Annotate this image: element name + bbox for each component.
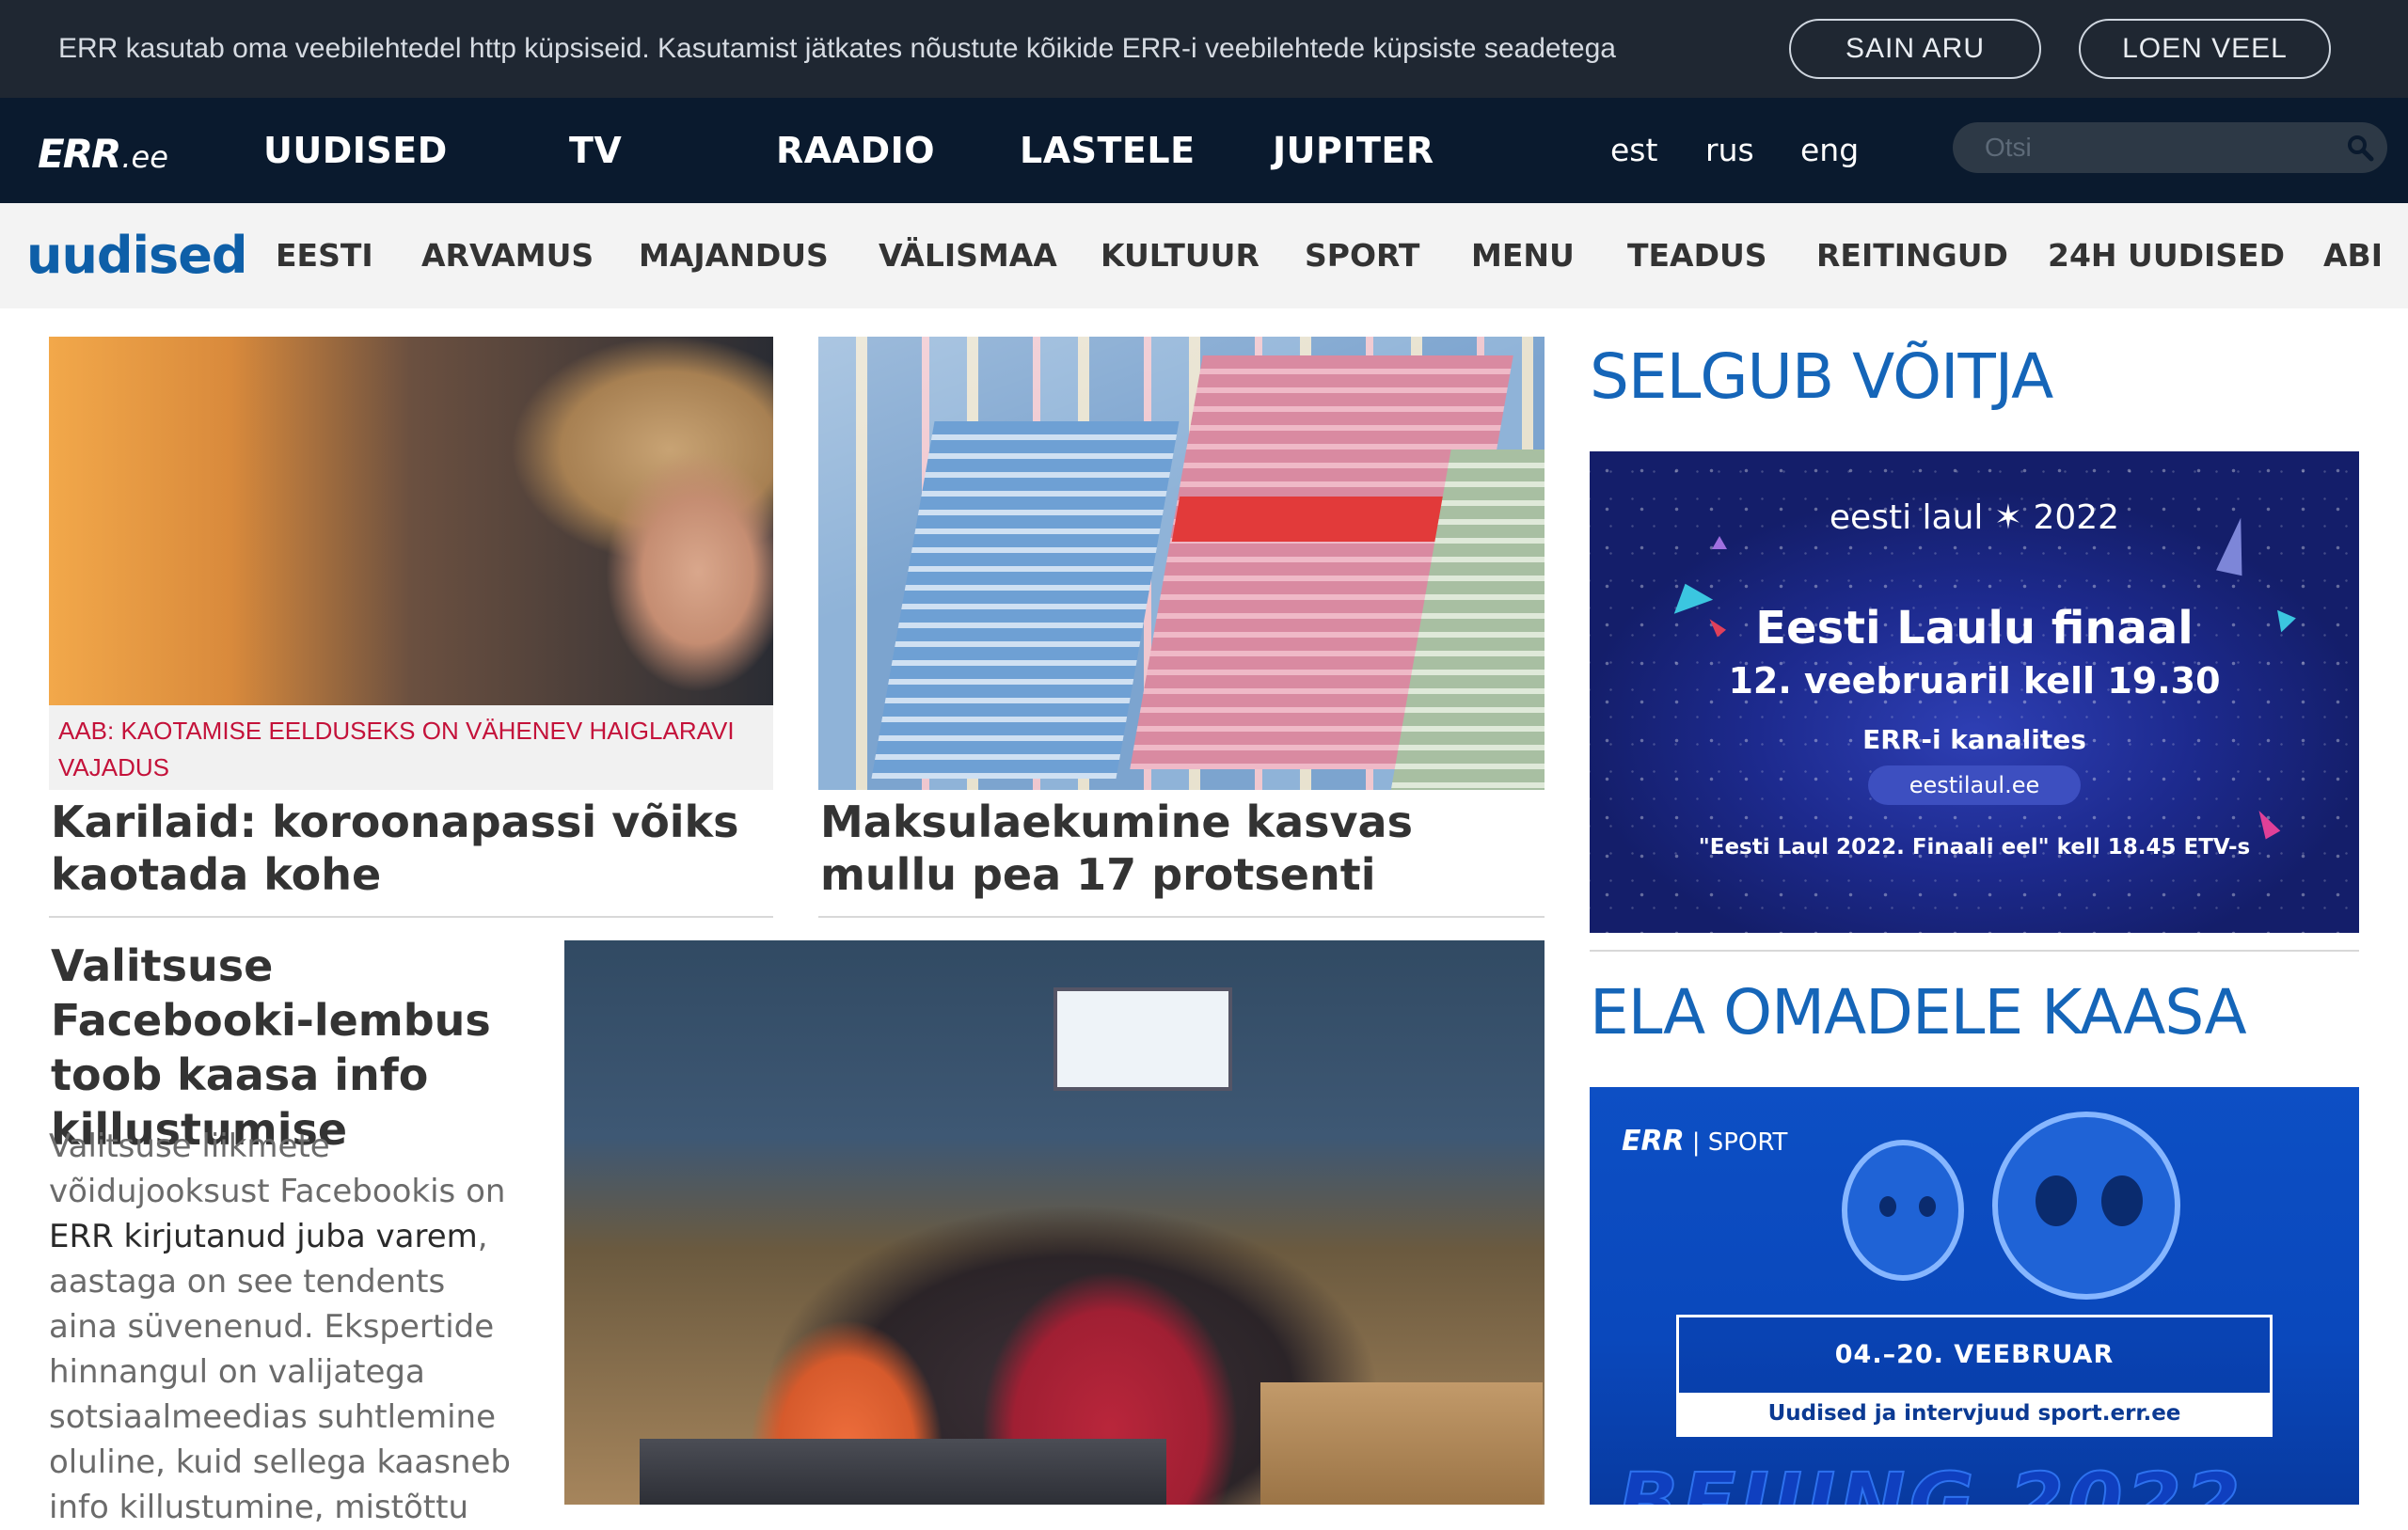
section-sport[interactable]: SPORT bbox=[1305, 203, 1419, 308]
section-24h-uudised[interactable]: 24H UUDISED bbox=[2048, 203, 2285, 308]
laul-date: 12. veebruaril kell 19.30 bbox=[1728, 660, 2221, 702]
confetti-triangle bbox=[1712, 536, 1727, 549]
cookie-accept-button[interactable]: SAIN ARU bbox=[1789, 19, 2041, 79]
lead-link[interactable]: ERR kirjutanud juba varem bbox=[49, 1218, 478, 1255]
olympics-strip: Uudised ja intervjuud sport.err.ee bbox=[1679, 1393, 2270, 1434]
eesti-laul-logo: eesti laul ✶ 2022 bbox=[1829, 498, 2120, 537]
laul-pre-show: "Eesti Laul 2022. Finaali eel" kell 18.4… bbox=[1698, 835, 2251, 860]
article-photo-karilaid[interactable] bbox=[49, 337, 773, 705]
logo-tld: .ee bbox=[121, 139, 168, 175]
cookie-text: ERR kasutab oma veebilehtedel http küpsi… bbox=[58, 33, 1616, 64]
mascot-panda bbox=[1992, 1112, 2180, 1300]
section-teadus[interactable]: TEADUS bbox=[1627, 203, 1767, 308]
parliament-podium bbox=[1260, 1382, 1543, 1505]
nav-tv[interactable]: TV bbox=[569, 98, 622, 203]
article-photo-money[interactable] bbox=[818, 337, 1545, 790]
err-logo[interactable]: ERR .ee bbox=[38, 124, 168, 177]
nav-raadio[interactable]: RAADIO bbox=[776, 98, 935, 203]
nav-lastele[interactable]: LASTELE bbox=[1020, 98, 1196, 203]
divider bbox=[818, 916, 1545, 918]
banknote-stack bbox=[871, 421, 1180, 779]
mascot-eye bbox=[1919, 1196, 1936, 1217]
section-kultuur[interactable]: KULTUUR bbox=[1101, 203, 1259, 308]
section-navigation: uudised EESTI ARVAMUS MAJANDUS VÄLISMAA … bbox=[0, 203, 2408, 308]
section-menu[interactable]: MENU bbox=[1471, 203, 1575, 308]
beijing-2022-text: BEIJING 2022 bbox=[1617, 1455, 2244, 1505]
article-kicker[interactable]: Aab: kaotamise eelduseks on vähenev haig… bbox=[49, 705, 773, 790]
mascot-eye bbox=[1879, 1196, 1896, 1217]
sport-logo-mark: ERR bbox=[1622, 1125, 1685, 1158]
divider bbox=[1590, 950, 2359, 952]
search-icon[interactable] bbox=[2346, 134, 2374, 162]
lead-text: , aastaga on see tendents aina süvenenud… bbox=[49, 1218, 511, 1526]
eesti-laul-banner[interactable]: eesti laul ✶ 2022 Eesti Laulu finaal 12.… bbox=[1590, 451, 2359, 933]
section-reitingud[interactable]: REITINGUD bbox=[1816, 203, 2008, 308]
section-logo[interactable]: uudised bbox=[26, 203, 247, 308]
logo-mark: ERR bbox=[38, 131, 121, 177]
mascot-lantern bbox=[1842, 1140, 1964, 1281]
mascot-eye bbox=[2101, 1175, 2143, 1226]
promo-title-selgub-voitja[interactable]: SELGUB VÕITJA bbox=[1590, 340, 2053, 413]
section-arvamus[interactable]: ARVAMUS bbox=[421, 203, 594, 308]
article-lead: Valitsuse liikmete võidujooksust Faceboo… bbox=[49, 1124, 519, 1530]
lang-rus[interactable]: rus bbox=[1705, 98, 1754, 203]
lang-eng[interactable]: eng bbox=[1800, 98, 1859, 203]
parliament-desk bbox=[640, 1439, 1166, 1505]
lang-est[interactable]: est bbox=[1610, 98, 1657, 203]
cookie-banner: ERR kasutab oma veebilehtedel http küpsi… bbox=[0, 0, 2408, 98]
article-title-karilaid[interactable]: Karilaid: koroonapassi võiks kaotada koh… bbox=[51, 796, 766, 901]
sport-logo-text: | SPORT bbox=[1691, 1128, 1788, 1157]
article-photo-government[interactable] bbox=[564, 940, 1545, 1505]
section-valismaa[interactable]: VÄLISMAA bbox=[879, 203, 1057, 308]
mascot-eye bbox=[2036, 1175, 2077, 1226]
nav-jupiter[interactable]: JUPITER bbox=[1273, 98, 1434, 203]
section-eesti[interactable]: EESTI bbox=[276, 203, 373, 308]
olympics-date-box: 04.–20. VEEBRUAR Uudised ja intervjuud s… bbox=[1676, 1315, 2273, 1437]
article-title-maksulaekumine[interactable]: Maksulaekumine kasvas mullu pea 17 prots… bbox=[820, 796, 1535, 901]
laul-site-pill[interactable]: eestilaul.ee bbox=[1868, 765, 2081, 805]
section-abi[interactable]: ABI bbox=[2323, 203, 2383, 308]
parliament-screen bbox=[1054, 987, 1232, 1091]
laul-title: Eesti Laulu finaal bbox=[1755, 602, 2194, 655]
section-majandus[interactable]: MAJANDUS bbox=[639, 203, 829, 308]
olympics-dates: 04.–20. VEEBRUAR bbox=[1834, 1340, 2115, 1369]
laul-channels: ERR-i kanalites bbox=[1862, 724, 2086, 755]
promo-title-ela-omadele-kaasa[interactable]: ELA OMADELE KAASA bbox=[1590, 976, 2247, 1049]
nav-uudised[interactable]: UUDISED bbox=[263, 98, 448, 203]
search-input[interactable] bbox=[1983, 132, 2321, 164]
divider bbox=[49, 916, 773, 918]
search-box bbox=[1953, 122, 2387, 173]
cookie-read-more-button[interactable]: LOEN VEEL bbox=[2079, 19, 2331, 79]
lead-text: Valitsuse liikmete võidujooksust Faceboo… bbox=[49, 1128, 506, 1210]
err-sport-olympics-banner[interactable]: ERR | SPORT 04.–20. VEEBRUAR Uudised ja i… bbox=[1590, 1087, 2359, 1505]
err-sport-logo: ERR | SPORT bbox=[1622, 1125, 1787, 1158]
